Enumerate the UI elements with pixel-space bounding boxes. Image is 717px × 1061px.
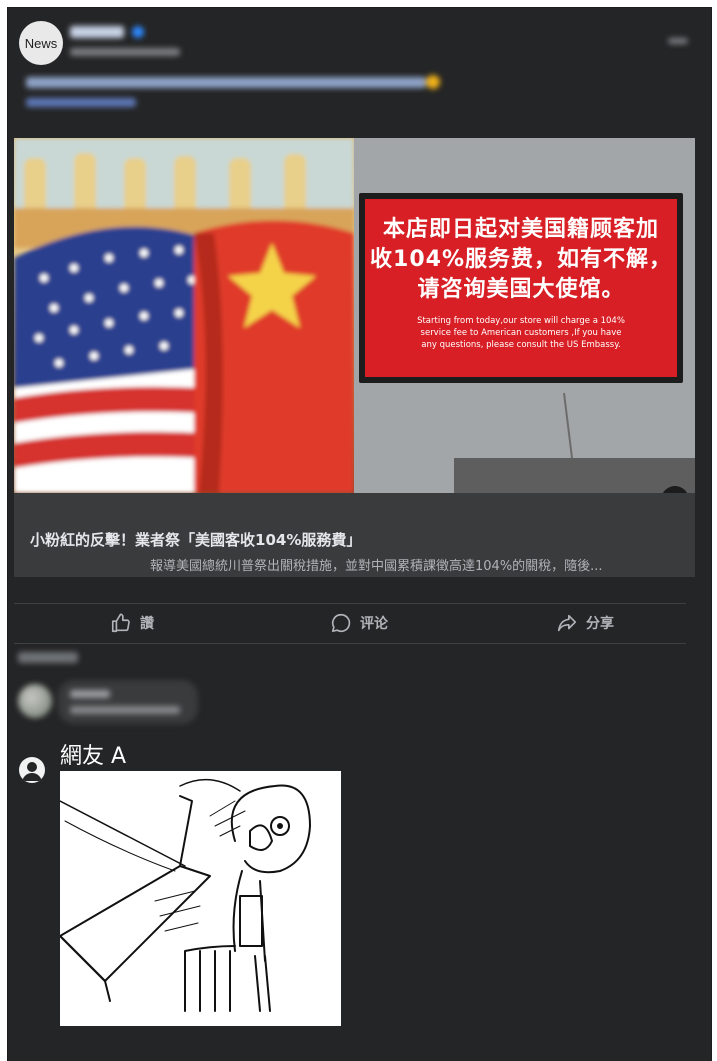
meme-drawing [59,778,311,1012]
commenter-name[interactable] [70,690,110,698]
verified-badge-icon [132,26,144,38]
comment-icon [331,613,351,633]
emoji-icon [426,75,440,89]
us-china-flags-illustration [14,138,354,493]
user-circle-icon [19,757,45,783]
post-image[interactable]: 本店即日起对美国籍顾客加 收104%服务费，如有不解， 请咨询美国大使馆。 St… [14,138,695,493]
like-label: 讚 [140,616,154,632]
post-link-line[interactable] [26,98,136,107]
sign-zh-line: 收104%服务费，如有不解， [370,247,672,272]
comment-label: 评论 [360,616,388,632]
share-button[interactable]: 分享 [556,612,614,634]
comment-button[interactable]: 评论 [330,612,388,634]
tv-screen: 本店即日起对美国籍顾客加 收104%服务费，如有不解， 请咨询美国大使馆。 St… [359,193,683,383]
like-button[interactable]: 讚 [110,612,154,634]
link-title[interactable]: 小粉紅的反擊！業者祭「美國客收104%服務費」 [30,529,361,550]
sign-en-line: Starting from today,our store will charg… [417,316,625,326]
sign-en-line: any questions, please consult the US Emb… [421,340,621,350]
sign-notice: 本店即日起对美国籍顾客加 收104%服务费，如有不解， 请咨询美国大使馆。 St… [365,199,677,377]
more-options-icon[interactable] [668,38,688,44]
thumbs-up-icon [111,613,130,633]
sign-en-line: service fee to American customers ,If yo… [420,328,622,338]
page-avatar[interactable]: News [19,21,63,65]
page-name[interactable] [70,26,124,38]
comment-filter[interactable] [18,652,78,663]
flags-photo [14,138,354,493]
link-description: 報導美國總統川普祭出關稅措施，並對中國累積課徵高達104%的關稅，隨後... [150,559,603,574]
sign-zh-line: 请咨询美国大使馆。 [417,277,625,302]
share-icon [557,614,577,632]
table-flip-meme[interactable] [59,771,341,1026]
sign-zh-line: 本店即日起对美国籍顾客加 [382,217,659,242]
post-timestamp[interactable] [70,48,180,56]
link-preview[interactable]: 小粉紅的反擊！業者祭「美國客收104%服務費」 報導美國總統川普祭出關稅措施，並… [14,493,695,577]
reply-username[interactable]: 網友 A [60,738,126,770]
commenter-avatar[interactable] [18,684,52,718]
divider [14,643,686,644]
comment-text [70,706,180,714]
divider [14,603,686,604]
comment-bubble [58,680,198,724]
post-text-line [26,75,440,89]
share-label: 分享 [586,616,614,632]
